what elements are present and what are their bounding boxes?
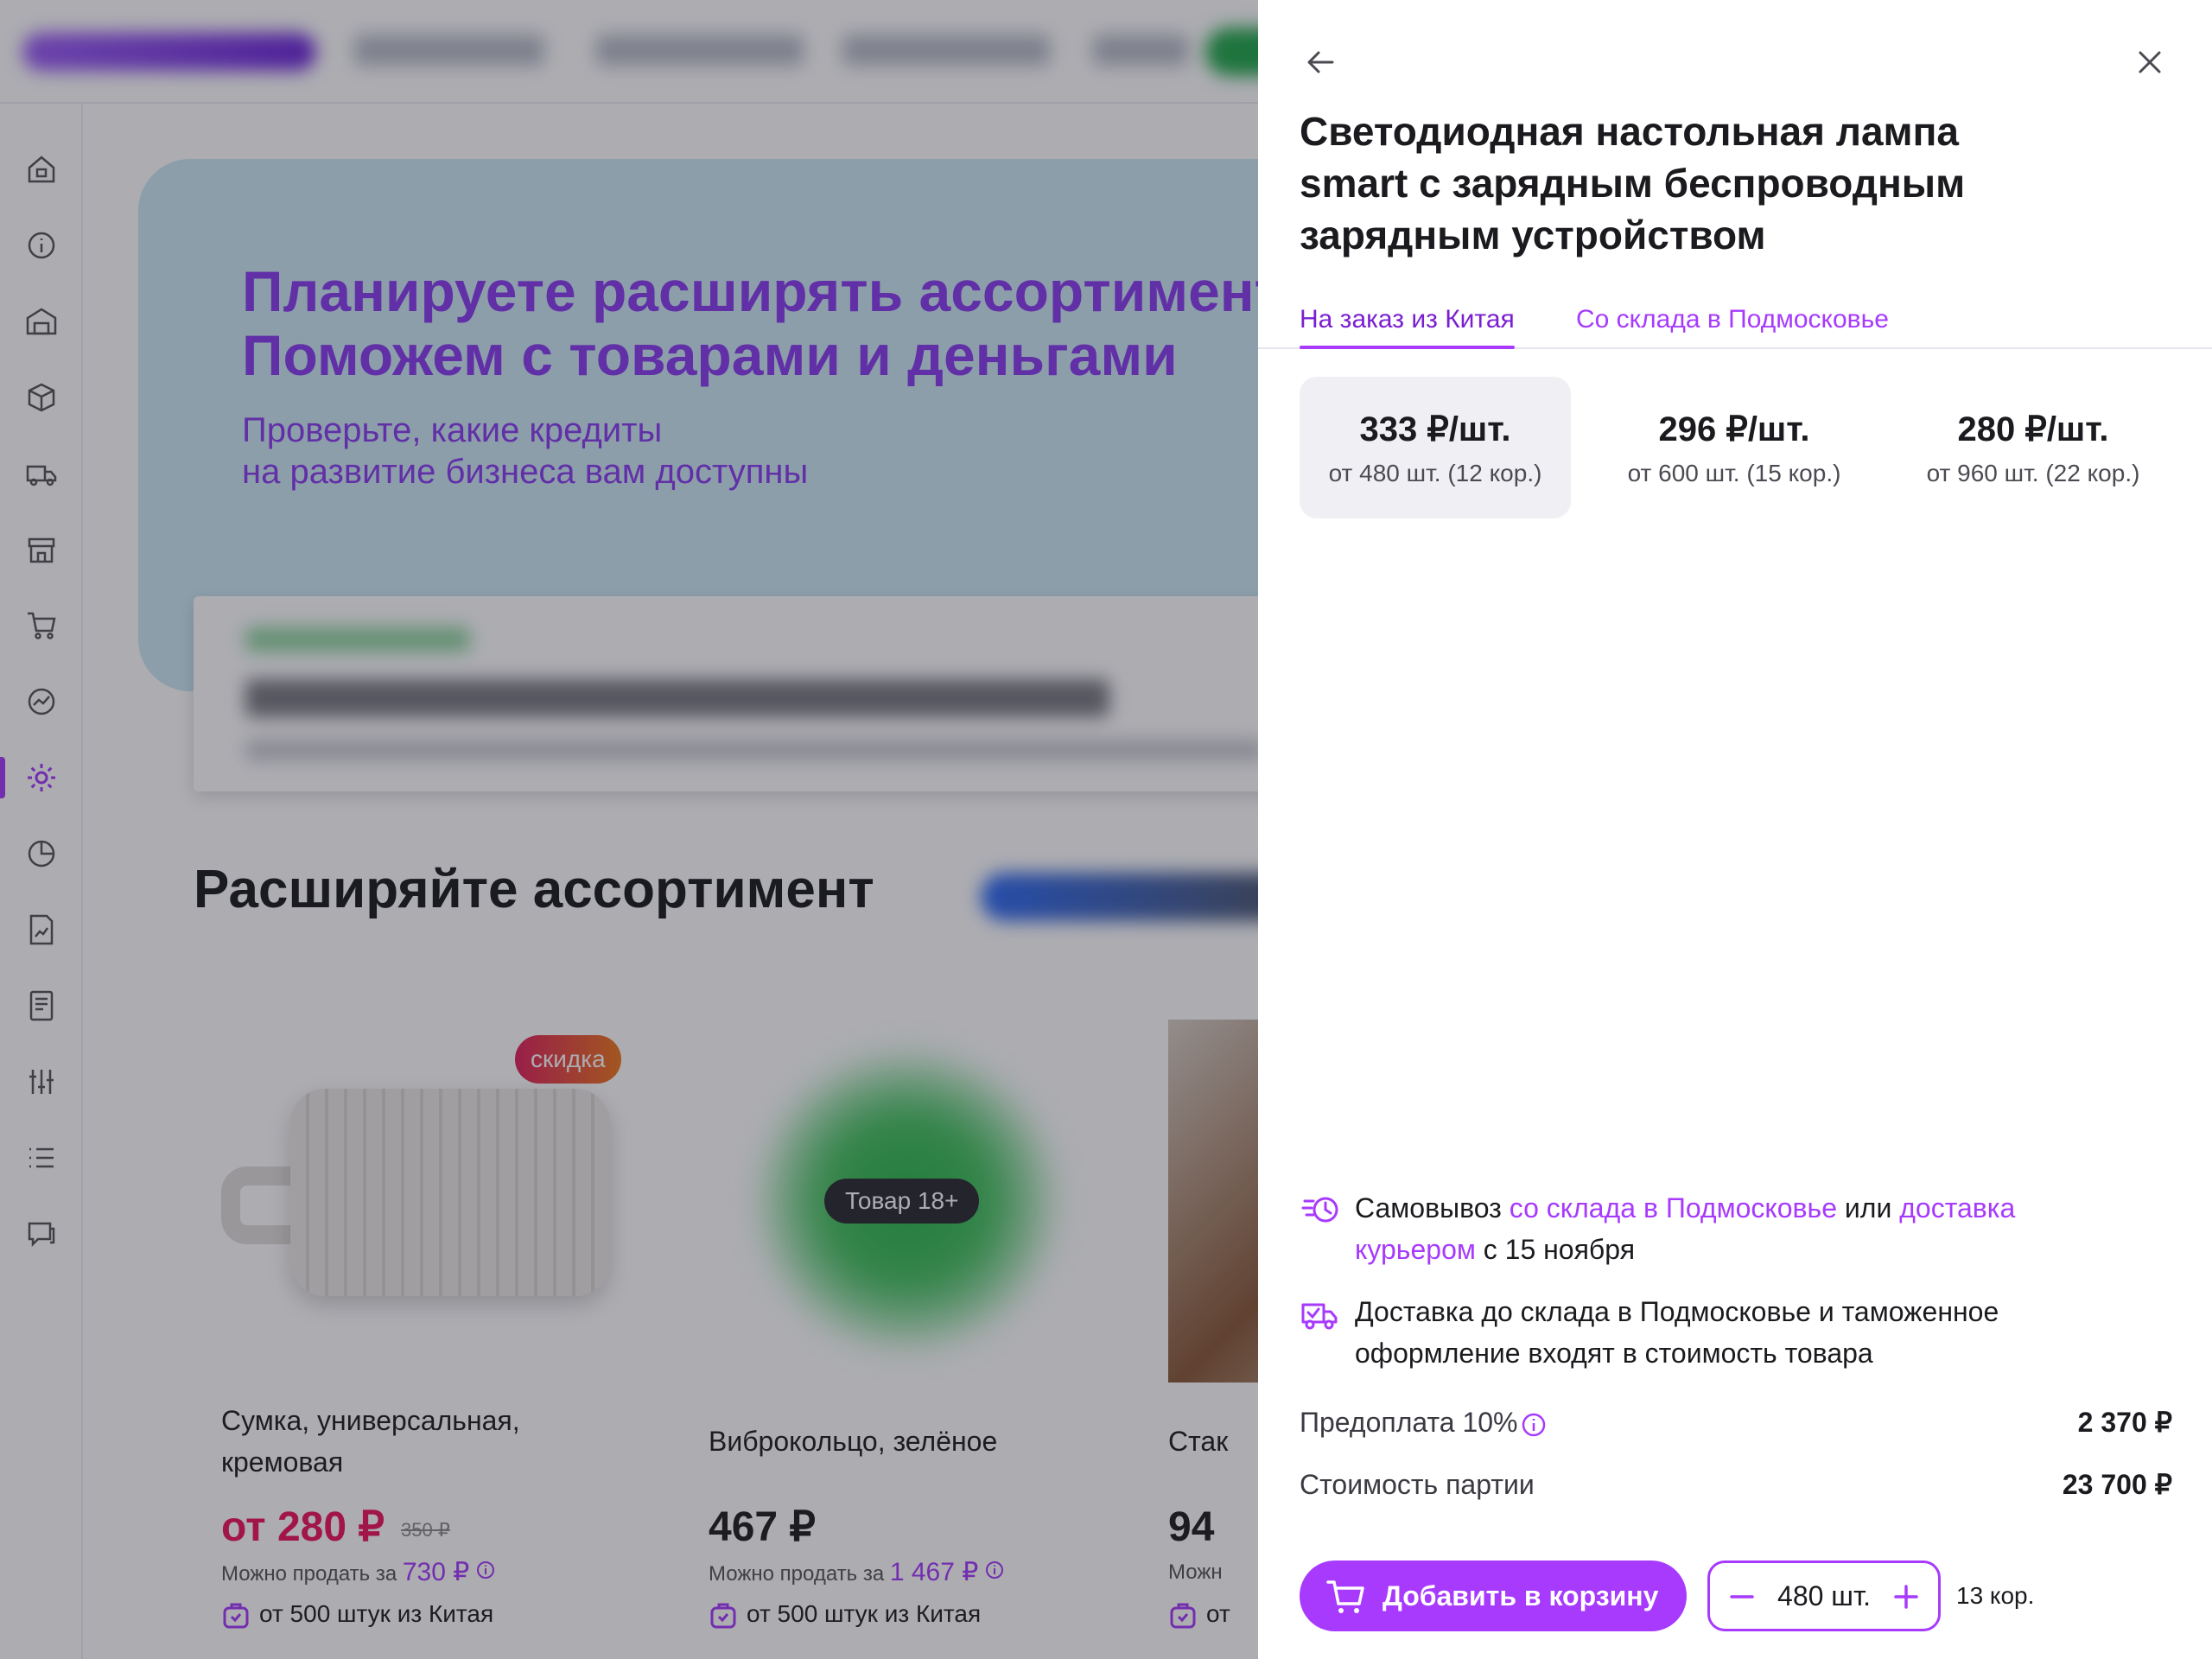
- modal-overlay[interactable]: [0, 0, 1258, 1659]
- pickup-date: с 15 ноября: [1475, 1234, 1636, 1265]
- minus-icon: [1730, 1595, 1754, 1599]
- tab-moscow-warehouse[interactable]: Со склада в Подмосковье: [1576, 302, 1889, 337]
- price-tiers: 333 ₽/шт. от 480 шт. (12 кор.) 296 ₽/шт.…: [1300, 377, 2172, 518]
- fast-delivery-icon: [1301, 1197, 1338, 1223]
- decrease-button[interactable]: [1720, 1575, 1764, 1618]
- price-tier[interactable]: 296 ₽/шт. от 600 шт. (15 кор.): [1599, 377, 1870, 518]
- quantity-stepper: 480 шт.: [1707, 1560, 1941, 1631]
- cart-icon: [1326, 1580, 1364, 1613]
- delivery-note: Доставка до склада в Подмосковье и тамож…: [1355, 1296, 1999, 1369]
- tier-price: 280 ₽/шт.: [1957, 410, 2109, 448]
- price-tier[interactable]: 280 ₽/шт. от 960 шт. (22 кор.): [1897, 377, 2169, 518]
- quantity-value[interactable]: 480 шт.: [1762, 1563, 1886, 1629]
- pickup-text-start: Самовывоз: [1355, 1192, 1510, 1224]
- product-drawer: Светодиодная настольная лампа smart с за…: [1258, 0, 2212, 1659]
- tier-quantity: от 600 шт. (15 кор.): [1627, 460, 1841, 486]
- add-to-cart-button[interactable]: Добавить в корзину: [1300, 1560, 1687, 1631]
- back-button[interactable]: [1296, 38, 1344, 86]
- tier-price: 333 ₽/шт.: [1359, 410, 1511, 448]
- batch-cost-label: Стоимость партии: [1300, 1469, 1535, 1500]
- product-title: Светодиодная настольная лампа smart с за…: [1300, 109, 1966, 257]
- close-button[interactable]: [2126, 38, 2174, 86]
- truck-check-icon: [1301, 1303, 1338, 1330]
- prepayment-value: 2 370 ₽: [2077, 1407, 2172, 1438]
- close-icon: [2139, 51, 2161, 73]
- batch-cost-row: Стоимость партии 23 700 ₽: [1300, 1464, 2172, 1505]
- plus-icon: [1894, 1585, 1918, 1609]
- tier-price: 296 ₽/шт.: [1658, 410, 1810, 448]
- tier-quantity: от 480 шт. (12 кор.): [1328, 460, 1542, 486]
- pickup-text: Самовывоз со склада в Подмосковье или до…: [1355, 1187, 2133, 1270]
- tab-order-from-china[interactable]: На заказ из Китая: [1300, 302, 1515, 349]
- pickup-info: Самовывоз со склада в Подмосковье или до…: [1300, 1187, 2172, 1274]
- add-to-cart-label: Добавить в корзину: [1382, 1580, 1659, 1611]
- price-tier[interactable]: 333 ₽/шт. от 480 шт. (12 кор.): [1300, 377, 1571, 518]
- arrow-left-icon: [1307, 51, 1334, 73]
- tier-quantity: от 960 шт. (22 кор.): [1926, 460, 2140, 486]
- prepayment-label: Предоплата 10%: [1300, 1402, 1547, 1443]
- prepayment-label-text: Предоплата 10%: [1300, 1407, 1518, 1438]
- prepayment-row: Предоплата 10% 2 370 ₽: [1300, 1402, 2172, 1443]
- pickup-text-or: или: [1837, 1192, 1900, 1224]
- warehouse-link[interactable]: со склада в Подмосковье: [1510, 1192, 1837, 1224]
- info-icon[interactable]: [1521, 1412, 1547, 1438]
- delivery-tabs: На заказ из Китая Со склада в Подмосковь…: [1258, 296, 2212, 349]
- batch-cost-value: 23 700 ₽: [2062, 1469, 2172, 1500]
- purchase-controls: Добавить в корзину 480 шт. 13 кор.: [1300, 1560, 2172, 1631]
- box-count: 13 кор.: [1956, 1582, 2035, 1609]
- delivery-info: Доставка до склада в Подмосковье и тамож…: [1300, 1291, 2172, 1377]
- increase-button[interactable]: [1885, 1575, 1928, 1618]
